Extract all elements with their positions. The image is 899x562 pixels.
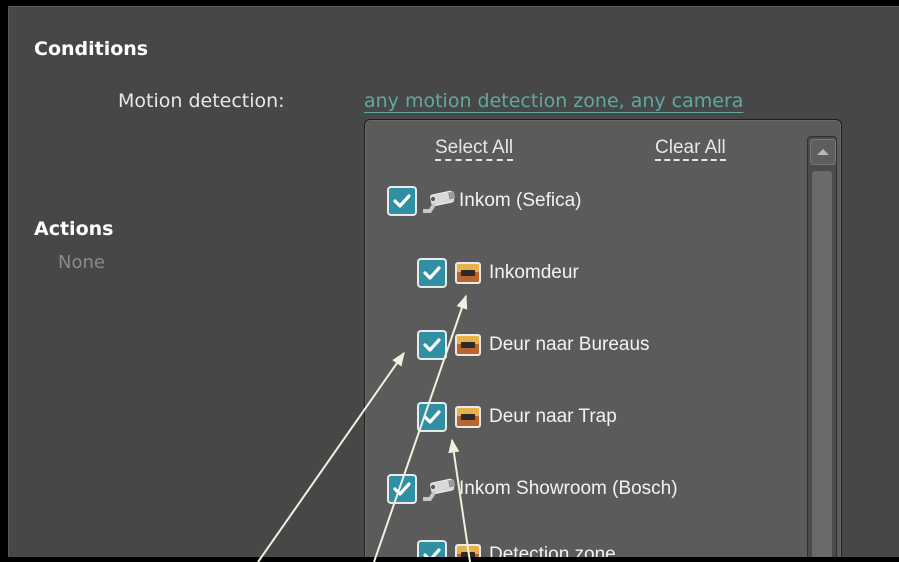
scroll-up-icon[interactable]: [810, 139, 836, 165]
tree-item-zone-deur-naar-trap[interactable]: Deur naar Trap: [417, 400, 617, 434]
check-icon: [423, 338, 441, 352]
checkbox[interactable]: [387, 186, 417, 216]
camera-icon: [423, 478, 456, 501]
checkbox[interactable]: [417, 330, 447, 360]
check-icon: [423, 548, 441, 557]
conditions-title: Conditions: [34, 38, 149, 60]
zone-icon: [455, 406, 481, 428]
tree-item-label: Inkom Showroom (Bosch): [459, 478, 678, 499]
tree-item-zone-deur-naar-bureaus[interactable]: Deur naar Bureaus: [417, 328, 650, 362]
tree-item-zone-inkomdeur[interactable]: Inkomdeur: [417, 256, 579, 290]
check-icon: [423, 410, 441, 424]
checkbox[interactable]: [417, 540, 447, 557]
tree-item-camera-inkom-showroom-bosch[interactable]: Inkom Showroom (Bosch): [387, 472, 678, 506]
tree-item-label: Deur naar Trap: [489, 406, 617, 427]
checkbox[interactable]: [387, 474, 417, 504]
tree-item-label: Inkomdeur: [489, 262, 579, 283]
motion-detection-row: Motion detection: any motion detection z…: [8, 90, 899, 120]
check-icon: [423, 266, 441, 280]
actions-none-text: None: [58, 252, 105, 273]
motion-detection-value-link[interactable]: any motion detection zone, any camera: [364, 90, 743, 112]
tree-item-label: Deur naar Bureaus: [489, 334, 650, 355]
camera-icon: [423, 190, 456, 213]
checkbox[interactable]: [417, 258, 447, 288]
zone-icon: [455, 544, 481, 557]
checkbox[interactable]: [417, 402, 447, 432]
zone-icon: [455, 262, 481, 284]
actions-title: Actions: [34, 218, 114, 240]
check-icon: [393, 194, 411, 208]
tree-item-label: Detection zone: [489, 544, 616, 557]
check-icon: [393, 482, 411, 496]
tree-item-camera-inkom-sefica[interactable]: Inkom (Sefica): [387, 184, 581, 218]
motion-detection-label: Motion detection:: [118, 90, 285, 112]
dropdown-scrollbar[interactable]: [807, 136, 837, 557]
zone-icon: [455, 334, 481, 356]
rule-editor-panel: Conditions Motion detection: any motion …: [8, 6, 899, 557]
select-all-link[interactable]: Select All: [435, 138, 514, 161]
clear-all-link[interactable]: Clear All: [655, 138, 726, 161]
tree-item-zone-detection-zone[interactable]: Detection zone: [417, 538, 616, 557]
scroll-thumb[interactable]: [812, 171, 832, 557]
camera-zone-dropdown: Select All Clear All Inkom (Sefica) Inko…: [364, 119, 842, 557]
tree-item-label: Inkom (Sefica): [459, 190, 582, 211]
